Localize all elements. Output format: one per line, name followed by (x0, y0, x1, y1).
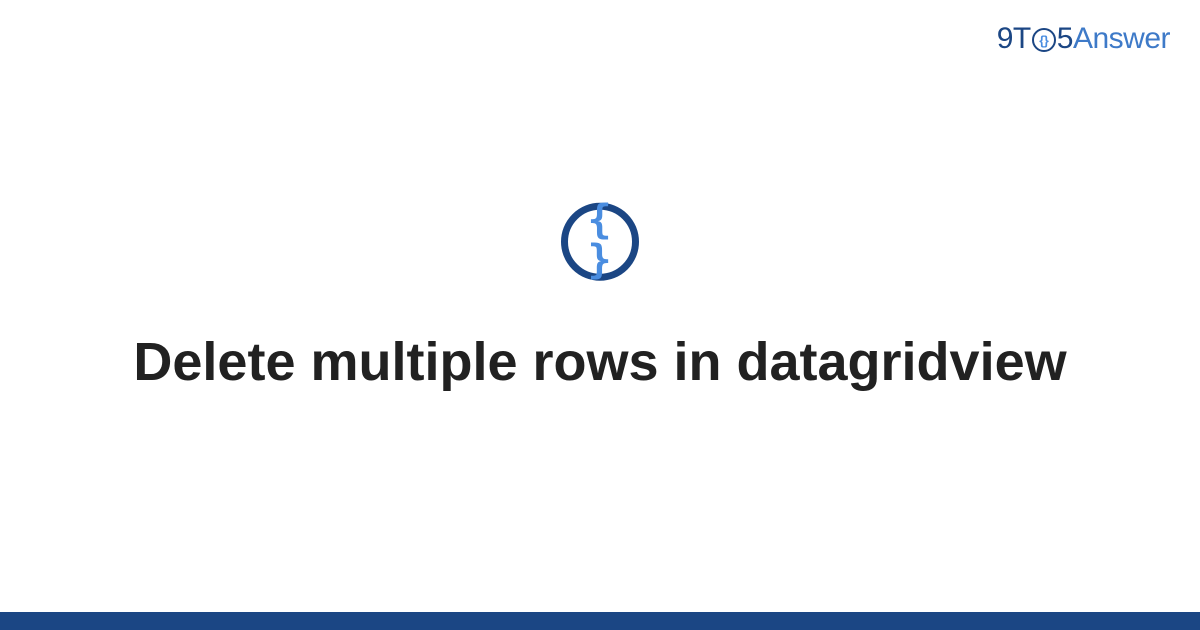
logo-o-ring: {} (1032, 28, 1056, 52)
page-title: Delete multiple rows in datagridview (0, 329, 1200, 397)
footer-bar (0, 612, 1200, 630)
topic-icon-circle: { } (561, 203, 639, 281)
logo-text-answer: Answer (1073, 22, 1170, 56)
site-logo: 9T {} 5 Answer (997, 22, 1170, 56)
logo-o-braces-icon: {} (1039, 34, 1048, 47)
code-braces-icon: { } (568, 200, 632, 280)
logo-text-5: 5 (1057, 22, 1073, 56)
main-content: { } Delete multiple rows in datagridview (0, 203, 1200, 397)
logo-text-9t: 9T (997, 22, 1031, 56)
